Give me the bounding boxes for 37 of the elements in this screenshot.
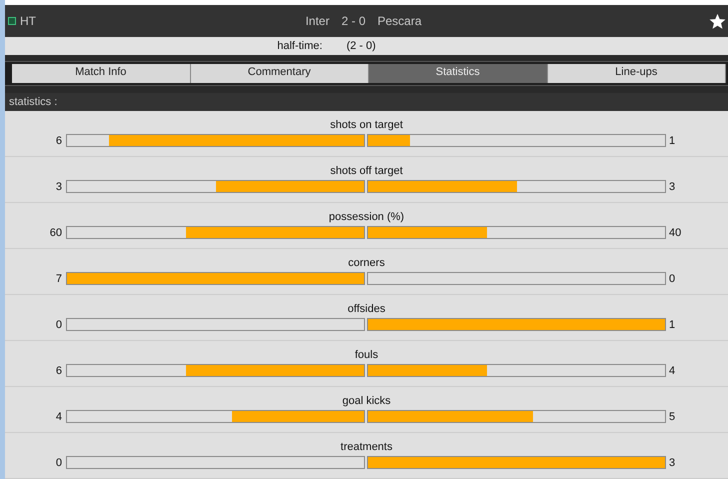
away-value: 1 [668,318,676,330]
stat-name: offsides [346,303,386,316]
away-value: 3 [668,180,676,192]
half-time-score: (2 - 0) [346,40,376,52]
tab[interactable]: Line-ups [548,64,726,83]
stat-name: treatments [340,441,394,454]
home-value: 60 [48,226,63,238]
tab[interactable]: Match Info [12,64,190,83]
star-icon[interactable] [709,12,726,30]
home-value: 6 [54,134,63,146]
half-time-label: half-time: [277,40,322,52]
away-value: 40 [668,226,682,238]
status-icon [8,17,16,25]
away-value: 4 [668,364,676,376]
home-value: 0 [54,318,63,330]
home-value: 4 [54,410,63,422]
away-value: 5 [668,410,676,422]
tab[interactable]: Commentary [190,64,369,83]
home-value: 0 [54,456,63,468]
match-score: 2 - 0 [341,14,366,28]
away-team: Pescara [378,14,422,28]
away-value: 3 [668,456,676,468]
stat-name: shots off target [329,165,404,178]
away-value: 1 [668,134,676,146]
section-title: statistics : [5,93,728,111]
home-value: 7 [54,272,63,284]
stat-name: fouls [354,349,380,362]
stat-name: shots on target [329,119,404,132]
home-value: 6 [54,364,63,376]
match-status: HT [20,14,36,28]
away-value: 0 [668,272,676,284]
stat-name: corners [347,257,386,270]
home-team: Inter [305,14,330,28]
home-value: 3 [54,180,63,192]
tab[interactable]: Statistics [369,64,548,83]
stat-name: goal kicks [341,395,392,408]
stat-name: possession (%) [328,211,406,224]
